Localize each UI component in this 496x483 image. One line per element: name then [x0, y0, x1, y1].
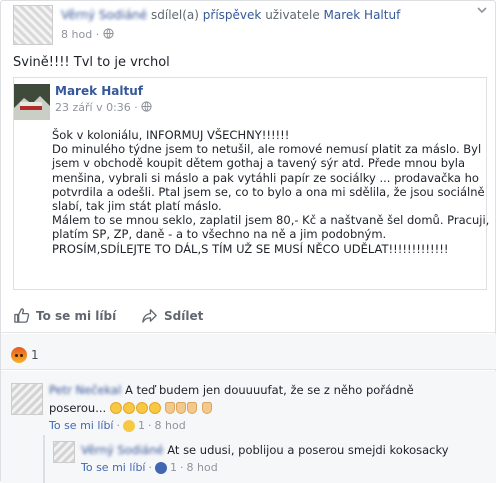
shared-post-line: Do minulého týdne jsem to netušil, ale r…: [52, 142, 482, 157]
shared-post-time[interactable]: 23 září v 0:36: [55, 101, 131, 114]
comment-text: A teď budem jen douuuufat, že se z něho …: [124, 383, 414, 397]
author-name[interactable]: Věrný Sodiáné: [61, 8, 147, 22]
shared-post: Marek Haltuf 23 září v 0:36 · Šok v kolo…: [13, 77, 490, 290]
reply-author-name[interactable]: Věrný Sodiáné: [81, 441, 164, 459]
reaction-count: 1: [31, 348, 39, 362]
thumbs-up-icon: [14, 308, 30, 323]
reply-text: At se udusi, poblijou a poserou smejdi k…: [167, 443, 449, 457]
share-button[interactable]: Sdílet: [141, 307, 203, 324]
laughing-emoji-icon: [109, 401, 162, 415]
reply-like-link[interactable]: To se mi líbí: [81, 461, 146, 474]
shared-post-line: menšina, vybrali si máslo a pak vytáhli …: [52, 170, 479, 185]
like-reaction-icon: [155, 461, 167, 474]
shared-post-line: platím SP, ZP, daně - a to všechno na ně…: [52, 227, 387, 242]
globe-icon: [141, 101, 152, 112]
reply-thread-line: [43, 435, 45, 483]
shared-post-meta: 23 září v 0:36 ·: [55, 101, 152, 114]
action-bar: To se mi líbí Sdílet: [1, 301, 496, 333]
shared-post-line: slabí, tak jim stát platí máslo.: [52, 199, 222, 214]
globe-icon: [103, 28, 114, 39]
reply-time[interactable]: 8 hod: [187, 461, 218, 474]
comment-meta: To se mi líbí · 1 · 8 hod: [49, 419, 186, 432]
shared-post-line: Málem to se mnou seklo, zaplatil jsem 80…: [52, 213, 490, 228]
victory-hand-icon: [165, 401, 198, 415]
author-avatar[interactable]: [13, 5, 53, 45]
like-label: To se mi líbí: [36, 308, 117, 323]
reply-reaction-count[interactable]: 1: [170, 461, 177, 474]
shared-post-body: Šok v koloniálu, INFORMUJ VŠECHNY!!!!!! …: [52, 128, 490, 256]
reactions-bar: 1: [1, 334, 496, 370]
ok-hand-icon: [202, 401, 213, 415]
shared-post-line: jsem v obchodě koupit dětem gothaj a tav…: [52, 156, 466, 171]
comment-text-continued: poserou...: [49, 401, 107, 415]
shared-author-avatar[interactable]: [14, 84, 50, 120]
comment-time[interactable]: 8 hod: [155, 419, 186, 432]
share-label: Sdílet: [164, 308, 204, 323]
reply-meta: To se mi líbí · 1 · 8 hod: [81, 461, 218, 474]
comment: Petr Nečekal A teď budem jen douuuufat, …: [49, 381, 489, 417]
post-text: Svině!!!! Tvl to je vrchol: [13, 55, 170, 70]
chevron-down-icon[interactable]: [475, 3, 489, 17]
post-header: Věrný Sodiáné sdílel(a) příspěvek uživat…: [61, 8, 400, 22]
post-meta: 8 hod ·: [61, 28, 114, 41]
original-author-link[interactable]: Marek Haltuf: [324, 8, 401, 22]
angry-reaction-icon: [11, 347, 27, 363]
commenter-name[interactable]: Petr Nečekal: [49, 381, 121, 399]
share-arrow-icon: [142, 309, 157, 323]
commenter-avatar[interactable]: [11, 383, 43, 415]
post-time[interactable]: 8 hod: [61, 28, 92, 41]
haha-reaction-icon: [123, 419, 135, 432]
feed-post-card: Věrný Sodiáné sdílel(a) příspěvek uživat…: [0, 0, 496, 483]
shared-post-line: PROSÍM,SDÍLEJTE TO DÁL,S TÍM UŽ SE MUSÍ …: [52, 241, 449, 256]
shared-post-line: potvrdila a odešli. Ptal jsem se, co to …: [52, 184, 485, 199]
comments-section: Petr Nečekal A teď budem jen douuuufat, …: [1, 371, 496, 483]
reply-comment: Věrný Sodiáné At se udusi, poblijou a po…: [81, 441, 449, 459]
shared-object-link[interactable]: příspěvek: [203, 8, 262, 22]
reaction-summary[interactable]: 1: [11, 347, 39, 363]
of-user-text: uživatele: [265, 8, 320, 22]
reply-avatar[interactable]: [53, 441, 75, 463]
comment-like-link[interactable]: To se mi líbí: [49, 419, 114, 432]
shared-author-name[interactable]: Marek Haltuf: [55, 84, 143, 98]
shared-post-line: Šok v koloniálu, INFORMUJ VŠECHNY!!!!!!: [52, 128, 290, 142]
shared-verb: sdílel(a): [150, 8, 199, 22]
like-button[interactable]: To se mi líbí: [13, 307, 116, 324]
comment-reaction-count[interactable]: 1: [138, 419, 145, 432]
